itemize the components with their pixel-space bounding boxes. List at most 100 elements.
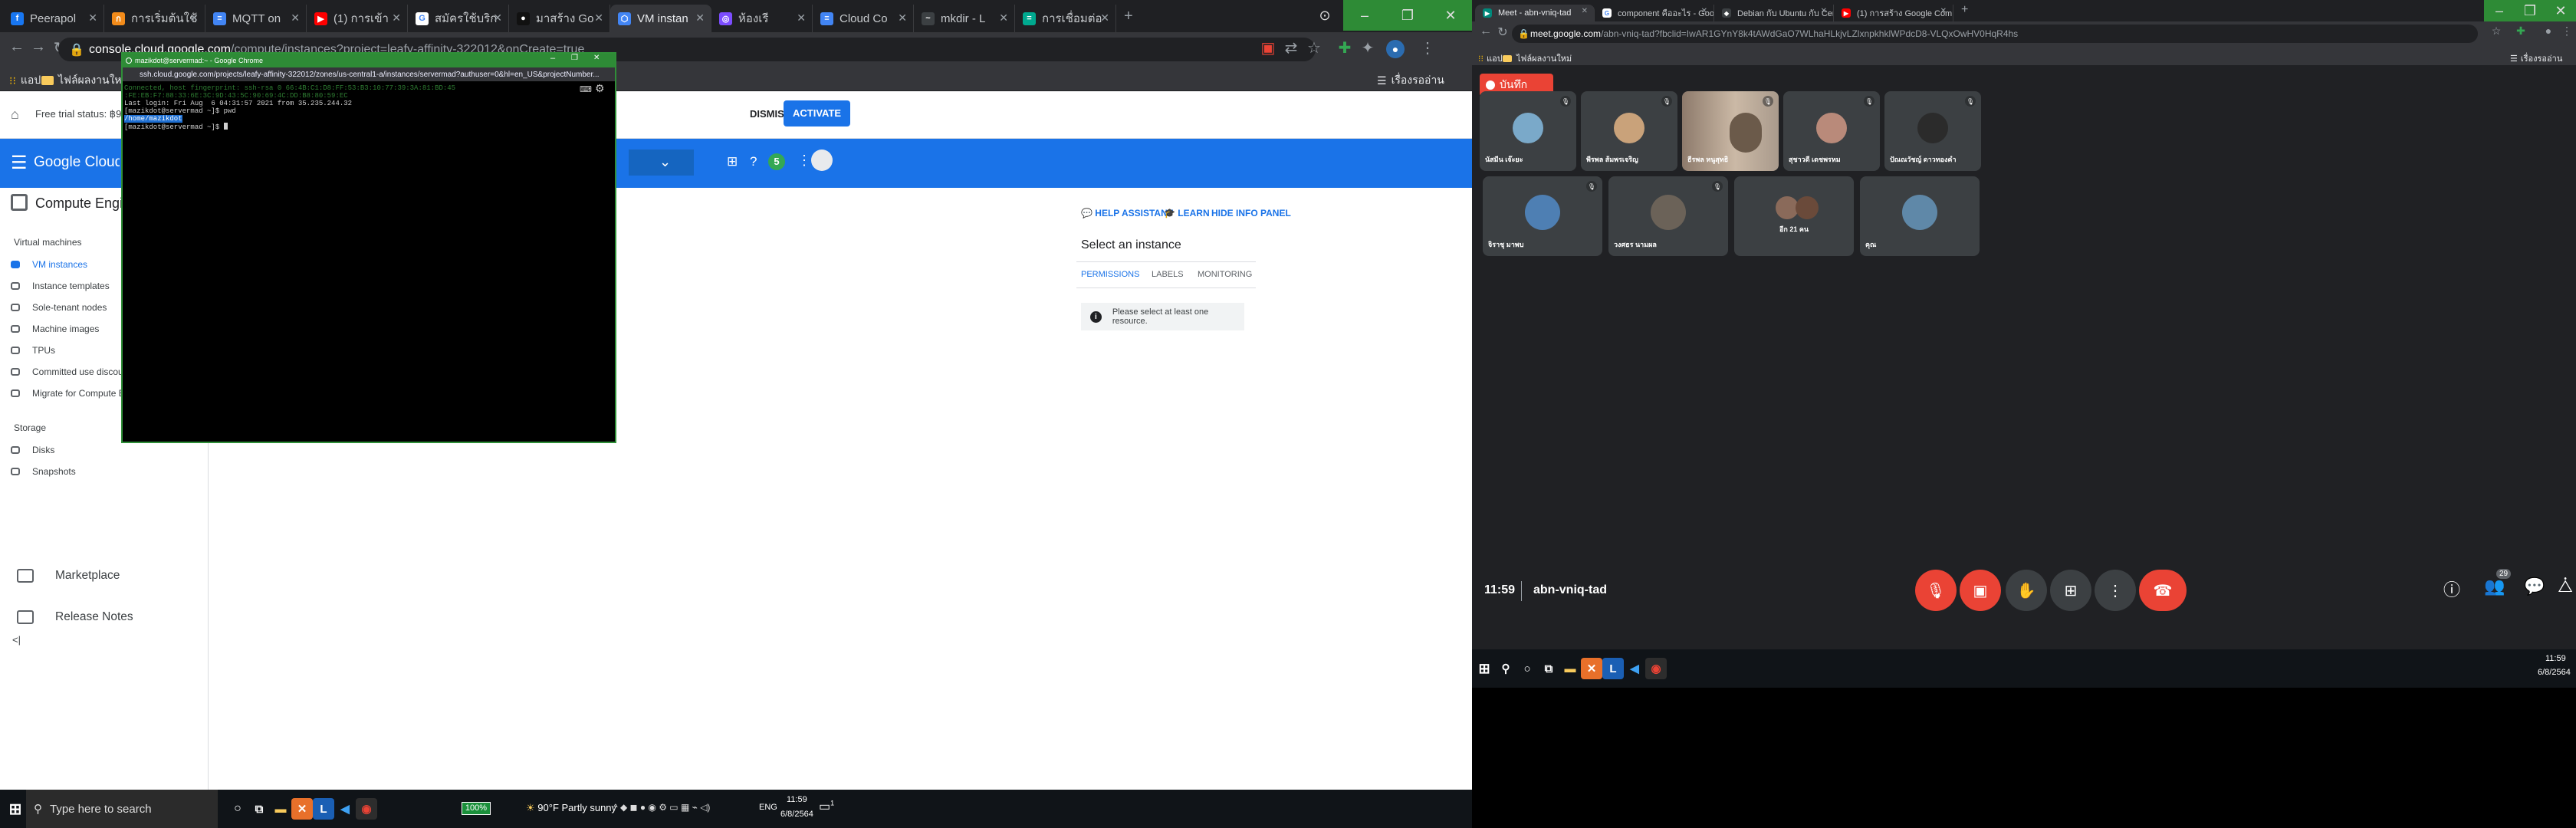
mic-off-button[interactable]: 🎙 [1915, 570, 1957, 611]
extension-icon[interactable]: ✚ [1334, 38, 1355, 58]
right-search-icon[interactable]: ⚲ [1495, 658, 1516, 679]
chrome-taskbar-icon[interactable]: ◉ [356, 798, 377, 820]
right-chrome-icon[interactable]: ◉ [1645, 658, 1667, 679]
tab-close-icon[interactable]: ✕ [594, 12, 603, 25]
keyboard-icon[interactable]: ⌨ [580, 84, 592, 94]
panel-tab-monitoring[interactable]: MONITORING [1198, 270, 1252, 279]
leave-call-button[interactable]: ☎ [2139, 570, 2187, 611]
participant-tile[interactable]: สุชาวดี เดชพรหม 🎙 [1783, 91, 1880, 171]
tab-5[interactable]: ● มาสร้าง Go ✕ [509, 5, 610, 32]
right-tab-2[interactable]: ◆ Debian กับ Ubuntu กับ CentOS✕ [1714, 5, 1834, 21]
tab-0[interactable]: f Peerapol ✕ [3, 5, 104, 32]
task-view-icon[interactable]: ⧉ [248, 798, 270, 820]
learn-button[interactable]: 🎓 LEARN [1164, 208, 1210, 219]
right-star-icon[interactable]: ☆ [2486, 25, 2507, 38]
puzzle-icon[interactable]: ✦ [1357, 38, 1378, 58]
tab-close-icon[interactable]: ✕ [1821, 7, 1827, 15]
activate-button[interactable]: ACTIVATE [784, 100, 851, 127]
profile-avatar[interactable]: ● [1386, 40, 1405, 58]
clock-time[interactable]: 11:59 [787, 795, 807, 804]
clock-date[interactable]: 6/8/2564 [780, 810, 813, 819]
tab-close-icon[interactable]: ✕ [189, 12, 199, 25]
camera-off-button[interactable]: ▣ [1960, 570, 2001, 611]
tab-close-icon[interactable]: ✕ [695, 12, 705, 25]
sidebar-item-marketplace[interactable]: Marketplace [0, 557, 209, 594]
tab-close-icon[interactable]: ✕ [797, 12, 806, 25]
action-center-icon[interactable]: ▭1 [819, 799, 834, 814]
activities-icon[interactable]: ⧊ [2551, 577, 2576, 596]
tab-close-icon[interactable]: ✕ [1940, 7, 1947, 15]
weather[interactable]: ☀ 90°F Partly sunny [526, 802, 616, 814]
right-reading-list[interactable]: ☰ เรื่องรออ่าน [2510, 51, 2562, 65]
right-tab-1[interactable]: Gcomponent คืออะไร - Google S✕ [1595, 5, 1714, 21]
more-icon[interactable]: ⋮ [797, 153, 811, 169]
right-extension-icon[interactable]: ✚ [2510, 25, 2532, 38]
present-button[interactable]: ⊞ [2050, 570, 2091, 611]
new-tab-icon[interactable]: + [1124, 8, 1133, 25]
tab-8[interactable]: ≡ Cloud Co ✕ [813, 5, 914, 32]
reading-list[interactable]: ☰ เรื่องรออ่าน [1377, 72, 1444, 89]
product-name[interactable]: Google Cloud Platf [34, 154, 120, 171]
tab-close-icon[interactable]: ✕ [999, 12, 1008, 25]
right-new-tab-icon[interactable]: + [1961, 3, 1968, 17]
tab-10[interactable]: = การเชื่อมต่อ ✕ [1015, 5, 1116, 32]
right-reload-icon[interactable]: ↻ [1492, 25, 1513, 40]
tab-7[interactable]: ◎ ห้องเรี ✕ [711, 5, 813, 32]
terminal-close[interactable]: ✕ [593, 54, 600, 62]
chat-icon[interactable]: 💬 [2521, 577, 2548, 596]
collapse-sidebar-icon[interactable]: <| [12, 634, 21, 646]
participant-tile[interactable]: พีรพล ส้มพรเจริญ 🎙 [1581, 91, 1677, 171]
new-window-min[interactable]: ⊙ [1303, 0, 1346, 31]
right-more-icon[interactable]: ⋮ [2556, 25, 2576, 38]
right-minimize-button[interactable]: – [2484, 0, 2515, 21]
settings-gear-icon[interactable]: ⚙ [595, 82, 605, 95]
folder-bookmark[interactable]: ไฟล์ผลงานใหม่ [41, 72, 129, 89]
account-avatar[interactable] [811, 150, 833, 171]
right-vscode-icon[interactable]: ◀ [1624, 658, 1645, 679]
help-icon[interactable]: ? [750, 154, 757, 169]
xampp-icon[interactable]: ✕ [291, 798, 313, 820]
cast-icon[interactable]: ▣ [1257, 38, 1279, 58]
panel-tab-permissions[interactable]: PERMISSIONS [1081, 270, 1139, 279]
right-maximize-button[interactable]: ❐ [2515, 0, 2545, 21]
star-icon[interactable]: ☆ [1303, 38, 1325, 58]
tab-close-icon[interactable]: ✕ [493, 12, 502, 25]
participant-tile[interactable]: นัสมีน เจ๊ะยะ 🎙 [1480, 91, 1576, 171]
tab-6[interactable]: ⬡ VM instan ✕ [610, 5, 711, 32]
notification-badge[interactable]: 5 [768, 153, 785, 170]
more-options-button[interactable]: ⋮ [2095, 570, 2136, 611]
right-close-button[interactable]: ✕ [2545, 0, 2576, 21]
right-tab-0[interactable]: ▶ Meet - abn-vniq-tad ✕ [1475, 5, 1595, 21]
sidebar-item[interactable]: Snapshots [0, 461, 209, 482]
tab-close-icon[interactable]: ✕ [392, 12, 401, 25]
right-file-explorer-icon[interactable]: ▬ [1559, 658, 1581, 679]
cortana-icon[interactable]: ○ [227, 798, 248, 820]
tab-4[interactable]: G สมัครใช้บริก ✕ [408, 5, 509, 32]
language-indicator[interactable]: ENG [759, 803, 777, 812]
tab-close-icon[interactable]: ✕ [1582, 7, 1588, 15]
cloud-shell-icon[interactable]: ⊞ [727, 154, 738, 169]
hide-info-panel-button[interactable]: HIDE INFO PANEL [1211, 208, 1291, 219]
l-app-icon[interactable]: L [313, 798, 334, 820]
tab-1[interactable]: ก การเริ่มต้นใช้ ✕ [104, 5, 205, 32]
panel-tab-labels[interactable]: LABELS [1152, 270, 1184, 279]
right-apps-bookmark[interactable]: ⁝⁝ แอป [1478, 51, 1503, 65]
vscode-icon[interactable]: ◀ [334, 798, 356, 820]
help-assistant-button[interactable]: 💬 HELP ASSISTANT [1081, 208, 1173, 219]
terminal-maximize[interactable]: ❐ [571, 54, 578, 62]
tab-close-icon[interactable]: ✕ [898, 12, 907, 25]
tab-close-icon[interactable]: ✕ [1100, 12, 1109, 25]
windows-start-icon[interactable]: ⊞ [5, 798, 26, 820]
right-l-app-icon[interactable]: L [1602, 658, 1624, 679]
right-address-bar[interactable]: 🔒 meet.google.com/abn-vniq-tad?fbclid=Iw… [1512, 25, 2478, 43]
file-explorer-icon[interactable]: ▬ [270, 798, 291, 820]
back-icon[interactable]: ← [6, 38, 28, 56]
tab-close-icon[interactable]: ✕ [88, 12, 97, 25]
terminal-minimize[interactable]: – [550, 54, 555, 63]
participant-tile[interactable]: อีก 21 คน [1734, 176, 1854, 256]
participant-tile[interactable]: จิราชุ มาพบ 🎙 [1483, 176, 1602, 256]
right-task-view-icon[interactable]: ⧉ [1538, 658, 1559, 679]
tab-close-icon[interactable]: ✕ [1701, 7, 1707, 15]
people-icon[interactable]: 👥 29 [2481, 569, 2512, 596]
participant-tile[interactable]: คุณ [1860, 176, 1980, 256]
